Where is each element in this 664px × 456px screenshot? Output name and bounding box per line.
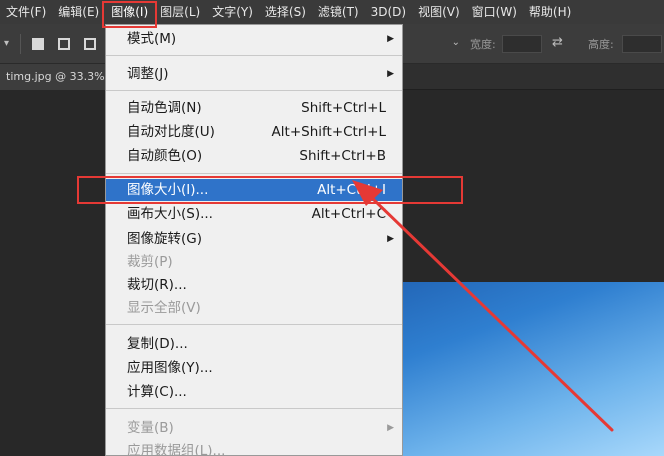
menu-item-auto-tone[interactable]: 自动色调(N) Shift+Ctrl+L bbox=[106, 97, 402, 119]
swap-icon[interactable]: ⇄ bbox=[552, 35, 563, 50]
width-label: 宽度: bbox=[470, 38, 496, 51]
menu-item-calculations[interactable]: 计算(C)... bbox=[106, 381, 402, 403]
menu-item-variables: 变量(B) ▶ bbox=[106, 417, 402, 439]
menu-item-apply-image[interactable]: 应用图像(Y)... bbox=[106, 357, 402, 379]
menu-item-label: 自动色调(N) bbox=[127, 100, 202, 116]
menu-item-image-rotation[interactable]: 图像旋转(G) ▶ bbox=[106, 228, 402, 250]
submenu-arrow-icon: ▶ bbox=[387, 34, 394, 44]
menu-item-label: 裁剪(P) bbox=[127, 254, 173, 270]
menu-item-shortcut: Alt+Ctrl+C bbox=[311, 206, 386, 222]
menu-item-shortcut: Alt+Shift+Ctrl+L bbox=[271, 124, 386, 140]
selection-subtract-icon[interactable] bbox=[84, 38, 96, 50]
menu-item-mode[interactable]: 模式(M) ▶ bbox=[106, 28, 402, 50]
submenu-arrow-icon: ▶ bbox=[387, 423, 394, 433]
menu-item-label: 画布大小(S)... bbox=[127, 206, 213, 222]
height-label: 高度: bbox=[588, 38, 614, 51]
menu-item-shortcut: Shift+Ctrl+L bbox=[301, 100, 386, 116]
height-field[interactable] bbox=[622, 35, 662, 53]
chevron-down-icon: ⌄ bbox=[451, 37, 460, 48]
menu-item-canvas-size[interactable]: 画布大小(S)... Alt+Ctrl+C bbox=[106, 203, 402, 225]
menu-bar: 文件(F) 编辑(E) 图像(I) 图层(L) 文字(Y) 选择(S) 滤镜(T… bbox=[0, 0, 664, 24]
menu-item-duplicate[interactable]: 复制(D)... bbox=[106, 333, 402, 355]
annotation-box-image-size bbox=[77, 176, 463, 204]
style-dropdown[interactable]: ⌄ bbox=[404, 35, 460, 53]
menu-divider bbox=[106, 55, 402, 56]
menu-item-label: 显示全部(V) bbox=[127, 300, 201, 316]
menu-divider bbox=[106, 173, 402, 174]
menu-item-label: 复制(D)... bbox=[127, 336, 188, 352]
menu-file[interactable]: 文件(F) bbox=[0, 0, 52, 24]
submenu-arrow-icon: ▶ bbox=[387, 234, 394, 244]
tool-preset-chevron-icon[interactable]: ▾ bbox=[4, 38, 14, 49]
menu-item-label: 应用数据组(L)... bbox=[127, 443, 226, 456]
menu-item-auto-color[interactable]: 自动颜色(O) Shift+Ctrl+B bbox=[106, 145, 402, 167]
menu-divider bbox=[106, 408, 402, 409]
menu-item-label: 模式(M) bbox=[127, 31, 177, 47]
menu-window[interactable]: 窗口(W) bbox=[466, 0, 523, 24]
submenu-arrow-icon: ▶ bbox=[387, 69, 394, 79]
menu-filter[interactable]: 滤镜(T) bbox=[312, 0, 365, 24]
menu-item-label: 图像旋转(G) bbox=[127, 231, 202, 247]
annotation-box-image-menu bbox=[102, 1, 157, 28]
menu-item-label: 调整(J) bbox=[127, 66, 169, 82]
menu-item-label: 自动颜色(O) bbox=[127, 148, 203, 164]
menu-item-reveal-all: 显示全部(V) bbox=[106, 297, 402, 319]
selection-add-icon[interactable] bbox=[58, 38, 70, 50]
menu-view[interactable]: 视图(V) bbox=[412, 0, 466, 24]
menu-divider bbox=[106, 324, 402, 325]
menu-item-adjust[interactable]: 调整(J) ▶ bbox=[106, 63, 402, 85]
options-divider bbox=[20, 34, 21, 54]
menu-item-crop: 裁剪(P) bbox=[106, 251, 402, 273]
image-menu-dropdown: 模式(M) ▶ 调整(J) ▶ 自动色调(N) Shift+Ctrl+L 自动对… bbox=[105, 24, 403, 456]
menu-item-label: 计算(C)... bbox=[127, 384, 187, 400]
menu-type[interactable]: 文字(Y) bbox=[206, 0, 259, 24]
menu-item-trim[interactable]: 裁切(R)... bbox=[106, 274, 402, 296]
menu-help[interactable]: 帮助(H) bbox=[523, 0, 577, 24]
menu-edit[interactable]: 编辑(E) bbox=[52, 0, 105, 24]
menu-3d[interactable]: 3D(D) bbox=[365, 0, 412, 24]
menu-layer[interactable]: 图层(L) bbox=[154, 0, 206, 24]
width-field[interactable] bbox=[502, 35, 542, 53]
menu-item-label: 裁切(R)... bbox=[127, 277, 187, 293]
menu-item-shortcut: Shift+Ctrl+B bbox=[299, 148, 386, 164]
menu-divider bbox=[106, 90, 402, 91]
document-tab[interactable]: timg.jpg @ 33.3% bbox=[0, 64, 120, 90]
menu-item-apply-dataset: 应用数据组(L)... bbox=[106, 440, 402, 456]
menu-select[interactable]: 选择(S) bbox=[259, 0, 312, 24]
menu-item-label: 应用图像(Y)... bbox=[127, 360, 213, 376]
menu-item-auto-contrast[interactable]: 自动对比度(U) Alt+Shift+Ctrl+L bbox=[106, 121, 402, 143]
selection-new-icon[interactable] bbox=[32, 38, 44, 50]
menu-item-label: 变量(B) bbox=[127, 420, 174, 436]
menu-item-label: 自动对比度(U) bbox=[127, 124, 215, 140]
